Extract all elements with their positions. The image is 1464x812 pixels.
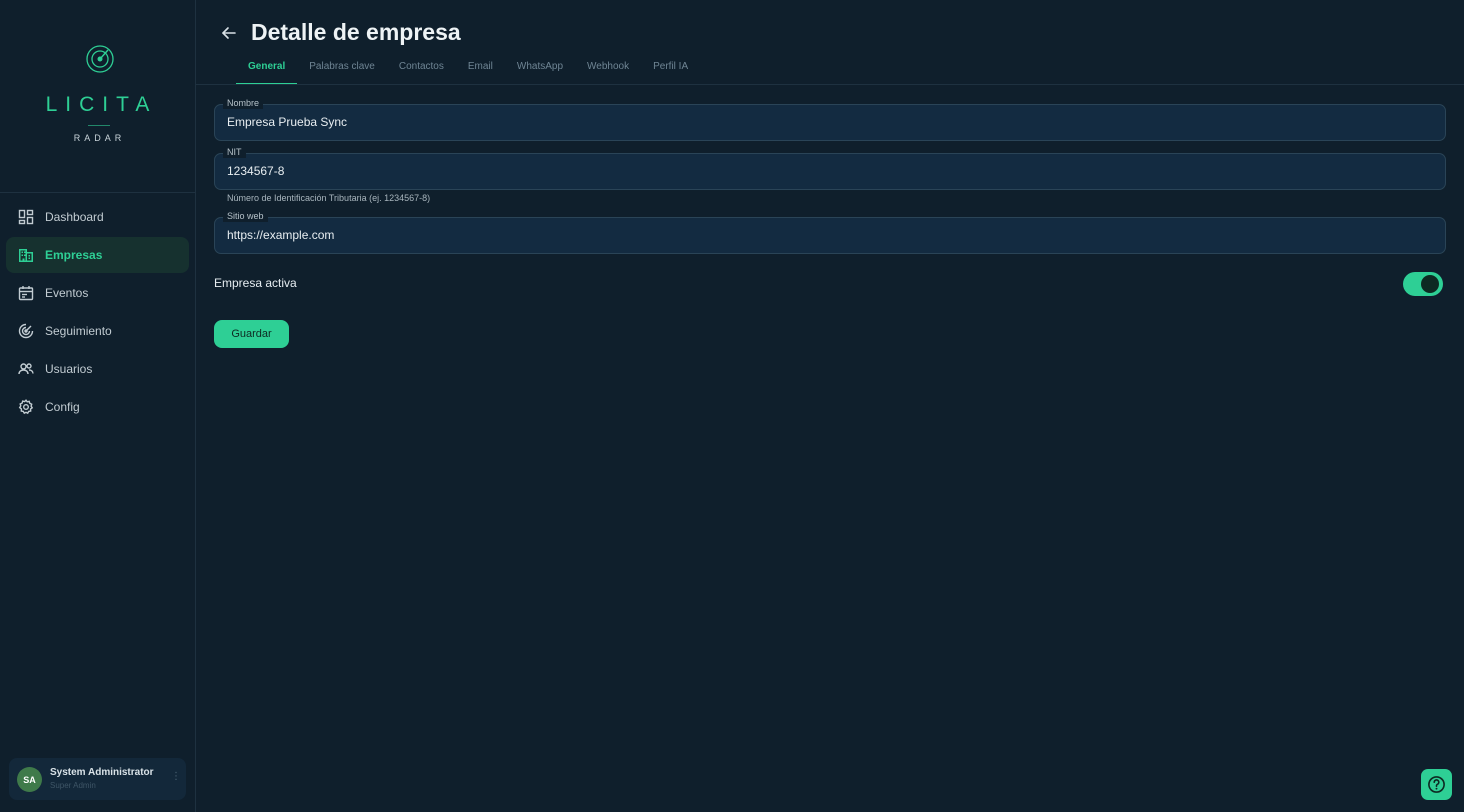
radar-icon bbox=[18, 323, 34, 339]
user-name: System Administrator bbox=[50, 767, 154, 778]
calendar-icon bbox=[18, 285, 34, 301]
logo-subtitle: RADAR bbox=[73, 133, 126, 143]
sitio-web-field[interactable]: Sitio web https://example.com bbox=[214, 210, 1446, 254]
building-icon bbox=[18, 247, 34, 263]
nombre-field[interactable]: Nombre Empresa Prueba Sync bbox=[214, 97, 1446, 141]
tab-contactos[interactable]: Contactos bbox=[387, 52, 456, 85]
help-button[interactable] bbox=[1421, 769, 1452, 800]
tabs-divider bbox=[196, 84, 1464, 85]
nit-field[interactable]: NIT 1234567-8 bbox=[214, 146, 1446, 190]
gear-icon bbox=[18, 399, 34, 415]
sidebar-item-eventos[interactable]: Eventos bbox=[6, 275, 189, 311]
tab-email[interactable]: Email bbox=[456, 52, 505, 85]
sidebar-item-empresas[interactable]: Empresas bbox=[6, 237, 189, 273]
user-role: Super Admin bbox=[50, 781, 96, 790]
empresa-activa-toggle[interactable] bbox=[1403, 272, 1443, 296]
tab-general[interactable]: General bbox=[236, 52, 298, 85]
tab-perfil-ia[interactable]: Perfil IA bbox=[641, 52, 700, 85]
sidebar-nav: Dashboard Empresas Eventos Seguimiento U… bbox=[6, 199, 189, 427]
page-title: Detalle de empresa bbox=[251, 19, 461, 45]
save-button[interactable]: Guardar bbox=[214, 320, 289, 348]
sidebar-item-label: Dashboard bbox=[45, 210, 104, 224]
nombre-value[interactable]: Empresa Prueba Sync bbox=[227, 115, 347, 129]
sidebar-item-dashboard[interactable]: Dashboard bbox=[6, 199, 189, 235]
logo-wordmark: LICITA bbox=[45, 93, 158, 116]
sidebar-divider bbox=[0, 192, 195, 193]
tab-bar: General Palabras clave Contactos Email W… bbox=[236, 52, 700, 85]
tab-whatsapp[interactable]: WhatsApp bbox=[505, 52, 575, 85]
tab-palabras-clave[interactable]: Palabras clave bbox=[297, 52, 387, 85]
nit-helper-text: Número de Identificación Tributaria (ej.… bbox=[227, 193, 431, 203]
sidebar-item-label: Usuarios bbox=[45, 362, 93, 376]
sitio-web-label: Sitio web bbox=[223, 210, 268, 222]
tab-webhook[interactable]: Webhook bbox=[575, 52, 641, 85]
toggle-knob bbox=[1421, 275, 1439, 293]
sidebar: LICITA RADAR Dashboard Empresas Eventos bbox=[0, 0, 196, 812]
users-icon bbox=[18, 361, 34, 377]
sidebar-item-label: Config bbox=[45, 400, 80, 414]
sidebar-item-config[interactable]: Config bbox=[6, 389, 189, 425]
logo-divider bbox=[88, 125, 110, 126]
radar-logo-icon bbox=[86, 45, 114, 73]
nit-value[interactable]: 1234567-8 bbox=[227, 164, 284, 178]
dashboard-icon bbox=[18, 209, 34, 225]
logo: LICITA RADAR bbox=[0, 0, 195, 192]
nit-label: NIT bbox=[223, 146, 246, 158]
empresa-activa-label: Empresa activa bbox=[214, 276, 297, 290]
sidebar-item-label: Eventos bbox=[45, 286, 89, 300]
sidebar-item-usuarios[interactable]: Usuarios bbox=[6, 351, 189, 387]
avatar: SA bbox=[17, 767, 42, 792]
sidebar-item-label: Empresas bbox=[45, 248, 103, 262]
nombre-label: Nombre bbox=[223, 97, 264, 109]
user-card[interactable]: SA System Administrator Super Admin ⋮ bbox=[9, 758, 186, 800]
sidebar-item-seguimiento[interactable]: Seguimiento bbox=[6, 313, 189, 349]
sitio-web-value[interactable]: https://example.com bbox=[227, 228, 334, 242]
sidebar-item-label: Seguimiento bbox=[45, 324, 112, 338]
more-vertical-icon[interactable]: ⋮ bbox=[171, 771, 181, 782]
help-icon bbox=[1428, 776, 1445, 793]
back-arrow-icon[interactable] bbox=[219, 23, 239, 43]
